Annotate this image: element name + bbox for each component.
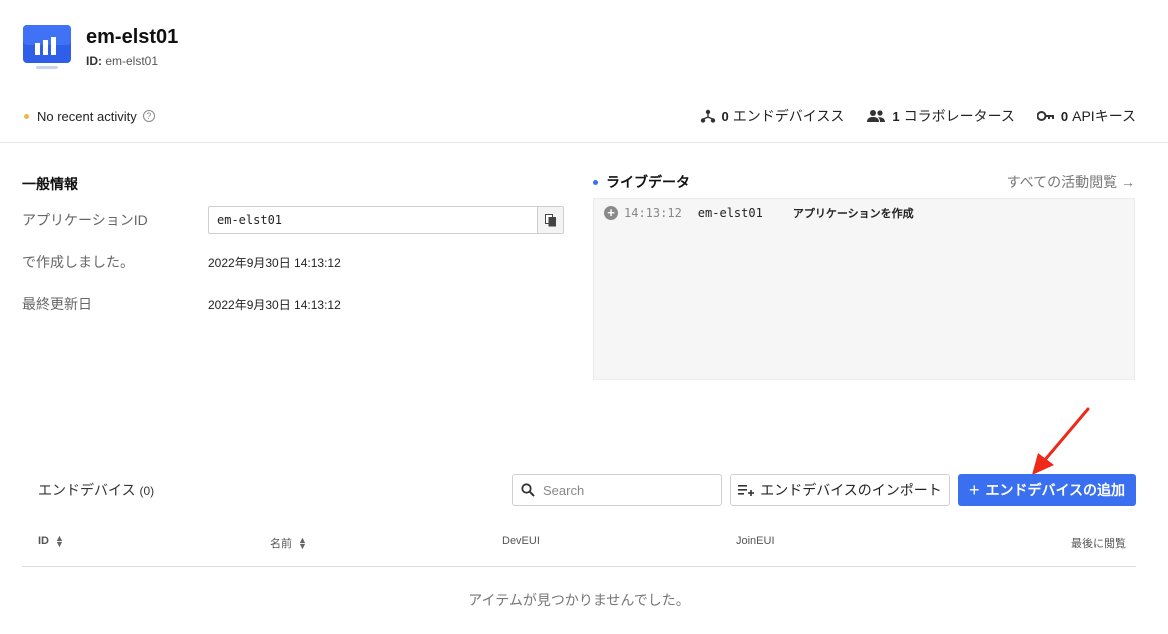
live-data-title: ライブデータ [606, 174, 690, 190]
created-label: で作成しました。 [22, 254, 134, 270]
empty-table-message: アイテムが見つかりませんでした。 [468, 592, 690, 608]
stat-end-devices[interactable]: 0 エンドデバイスス [700, 106, 844, 126]
live-data-stream[interactable]: + 14:13:12 em-elst01 アプリケーションを作成 [593, 198, 1135, 380]
import-end-devices-button[interactable]: エンドデバイスのインポート [730, 474, 950, 506]
app-id-label: アプリケーションID [22, 212, 148, 228]
live-data-panel: ライブデータ すべての活動閲覧 → + 14:13:12 em-elst01 ア… [593, 174, 1135, 380]
people-icon [867, 110, 886, 122]
end-devices-toolbar: エンドデバイス (0) エンドデバイスのインポート + エンドデバイスの追加 [22, 474, 1136, 506]
table-divider [22, 566, 1136, 567]
search-field[interactable] [512, 474, 722, 506]
add-end-device-button[interactable]: + エンドデバイスの追加 [958, 474, 1136, 506]
header-divider [0, 142, 1168, 143]
device-network-icon [700, 109, 715, 123]
application-icon [22, 24, 72, 72]
search-input[interactable] [543, 482, 703, 498]
activity-dot [24, 113, 29, 119]
app-id-row: アプリケーションID em-elst01 [22, 206, 567, 234]
general-info-title: 一般情報 [22, 176, 78, 192]
status-row: No recent activity ? 0 エンドデバイスス 1 コラボレータ… [22, 106, 1136, 126]
application-id: ID: em-elst01 [86, 54, 159, 68]
live-indicator-dot [593, 179, 598, 185]
stat-api-keys[interactable]: 0 APIキース [1036, 106, 1136, 126]
search-icon [521, 483, 535, 497]
created-row: で作成しました。 2022年9月30日 14:13:12 [22, 248, 567, 276]
copy-icon [544, 213, 556, 226]
activity-status: No recent activity ? [22, 109, 155, 124]
create-event-icon: + [604, 206, 618, 220]
sort-icon: ▲ ▼ [298, 535, 307, 551]
sort-icon: ▲ ▼ [55, 533, 64, 549]
event-app-id: em-elst01 [697, 206, 763, 220]
updated-row: 最終更新日 2022年9月30日 14:13:12 [22, 290, 567, 318]
app-id-field[interactable]: em-elst01 [208, 206, 564, 234]
column-joineui: JoinEUI [736, 535, 775, 547]
column-deveui: DevEUI [502, 535, 540, 547]
plus-icon: + [968, 480, 980, 500]
key-icon [1036, 111, 1054, 121]
general-info-panel: 一般情報 アプリケーションID em-elst01 で作成しました。 2022年… [22, 174, 567, 318]
copy-button[interactable] [537, 207, 563, 233]
column-name[interactable]: 名前 ▲ ▼ [270, 535, 307, 551]
column-last-seen: 最後に閲覧 [1071, 538, 1126, 550]
activity-text: No recent activity [37, 108, 137, 124]
live-event[interactable]: + 14:13:12 em-elst01 アプリケーションを作成 [604, 205, 1124, 221]
application-stats: 0 エンドデバイスス 1 コラボレータース 0 APIキース [678, 106, 1136, 126]
live-data-title-wrap: ライブデータ [593, 172, 690, 192]
created-value: 2022年9月30日 14:13:12 [208, 255, 341, 270]
view-all-activity-link[interactable]: すべての活動閲覧 → [1007, 172, 1135, 192]
stat-collaborators[interactable]: 1 コラボレータース [866, 106, 1015, 126]
application-title: em-elst01 [86, 26, 179, 48]
updated-value: 2022年9月30日 14:13:12 [208, 297, 341, 312]
event-time: 14:13:12 [624, 206, 682, 220]
end-devices-table-header: ID ▲ ▼ 名前 ▲ ▼ DevEUI JoinEUI 最後に閲覧 [22, 530, 1136, 554]
annotation-arrow-icon [1032, 407, 1090, 475]
end-devices-title: エンドデバイス (0) [38, 482, 155, 498]
help-icon[interactable]: ? [142, 110, 155, 122]
app-header: em-elst01 ID: em-elst01 [22, 24, 178, 72]
live-data-header: ライブデータ すべての活動閲覧 → [593, 174, 1135, 190]
end-devices-count: (0) [139, 484, 155, 498]
playlist-add-icon [738, 485, 755, 496]
event-description: アプリケーションを作成 [792, 208, 914, 220]
updated-label: 最終更新日 [22, 296, 92, 312]
app-id-value: em-elst01 [217, 213, 283, 227]
column-id[interactable]: ID ▲ ▼ [38, 533, 64, 549]
